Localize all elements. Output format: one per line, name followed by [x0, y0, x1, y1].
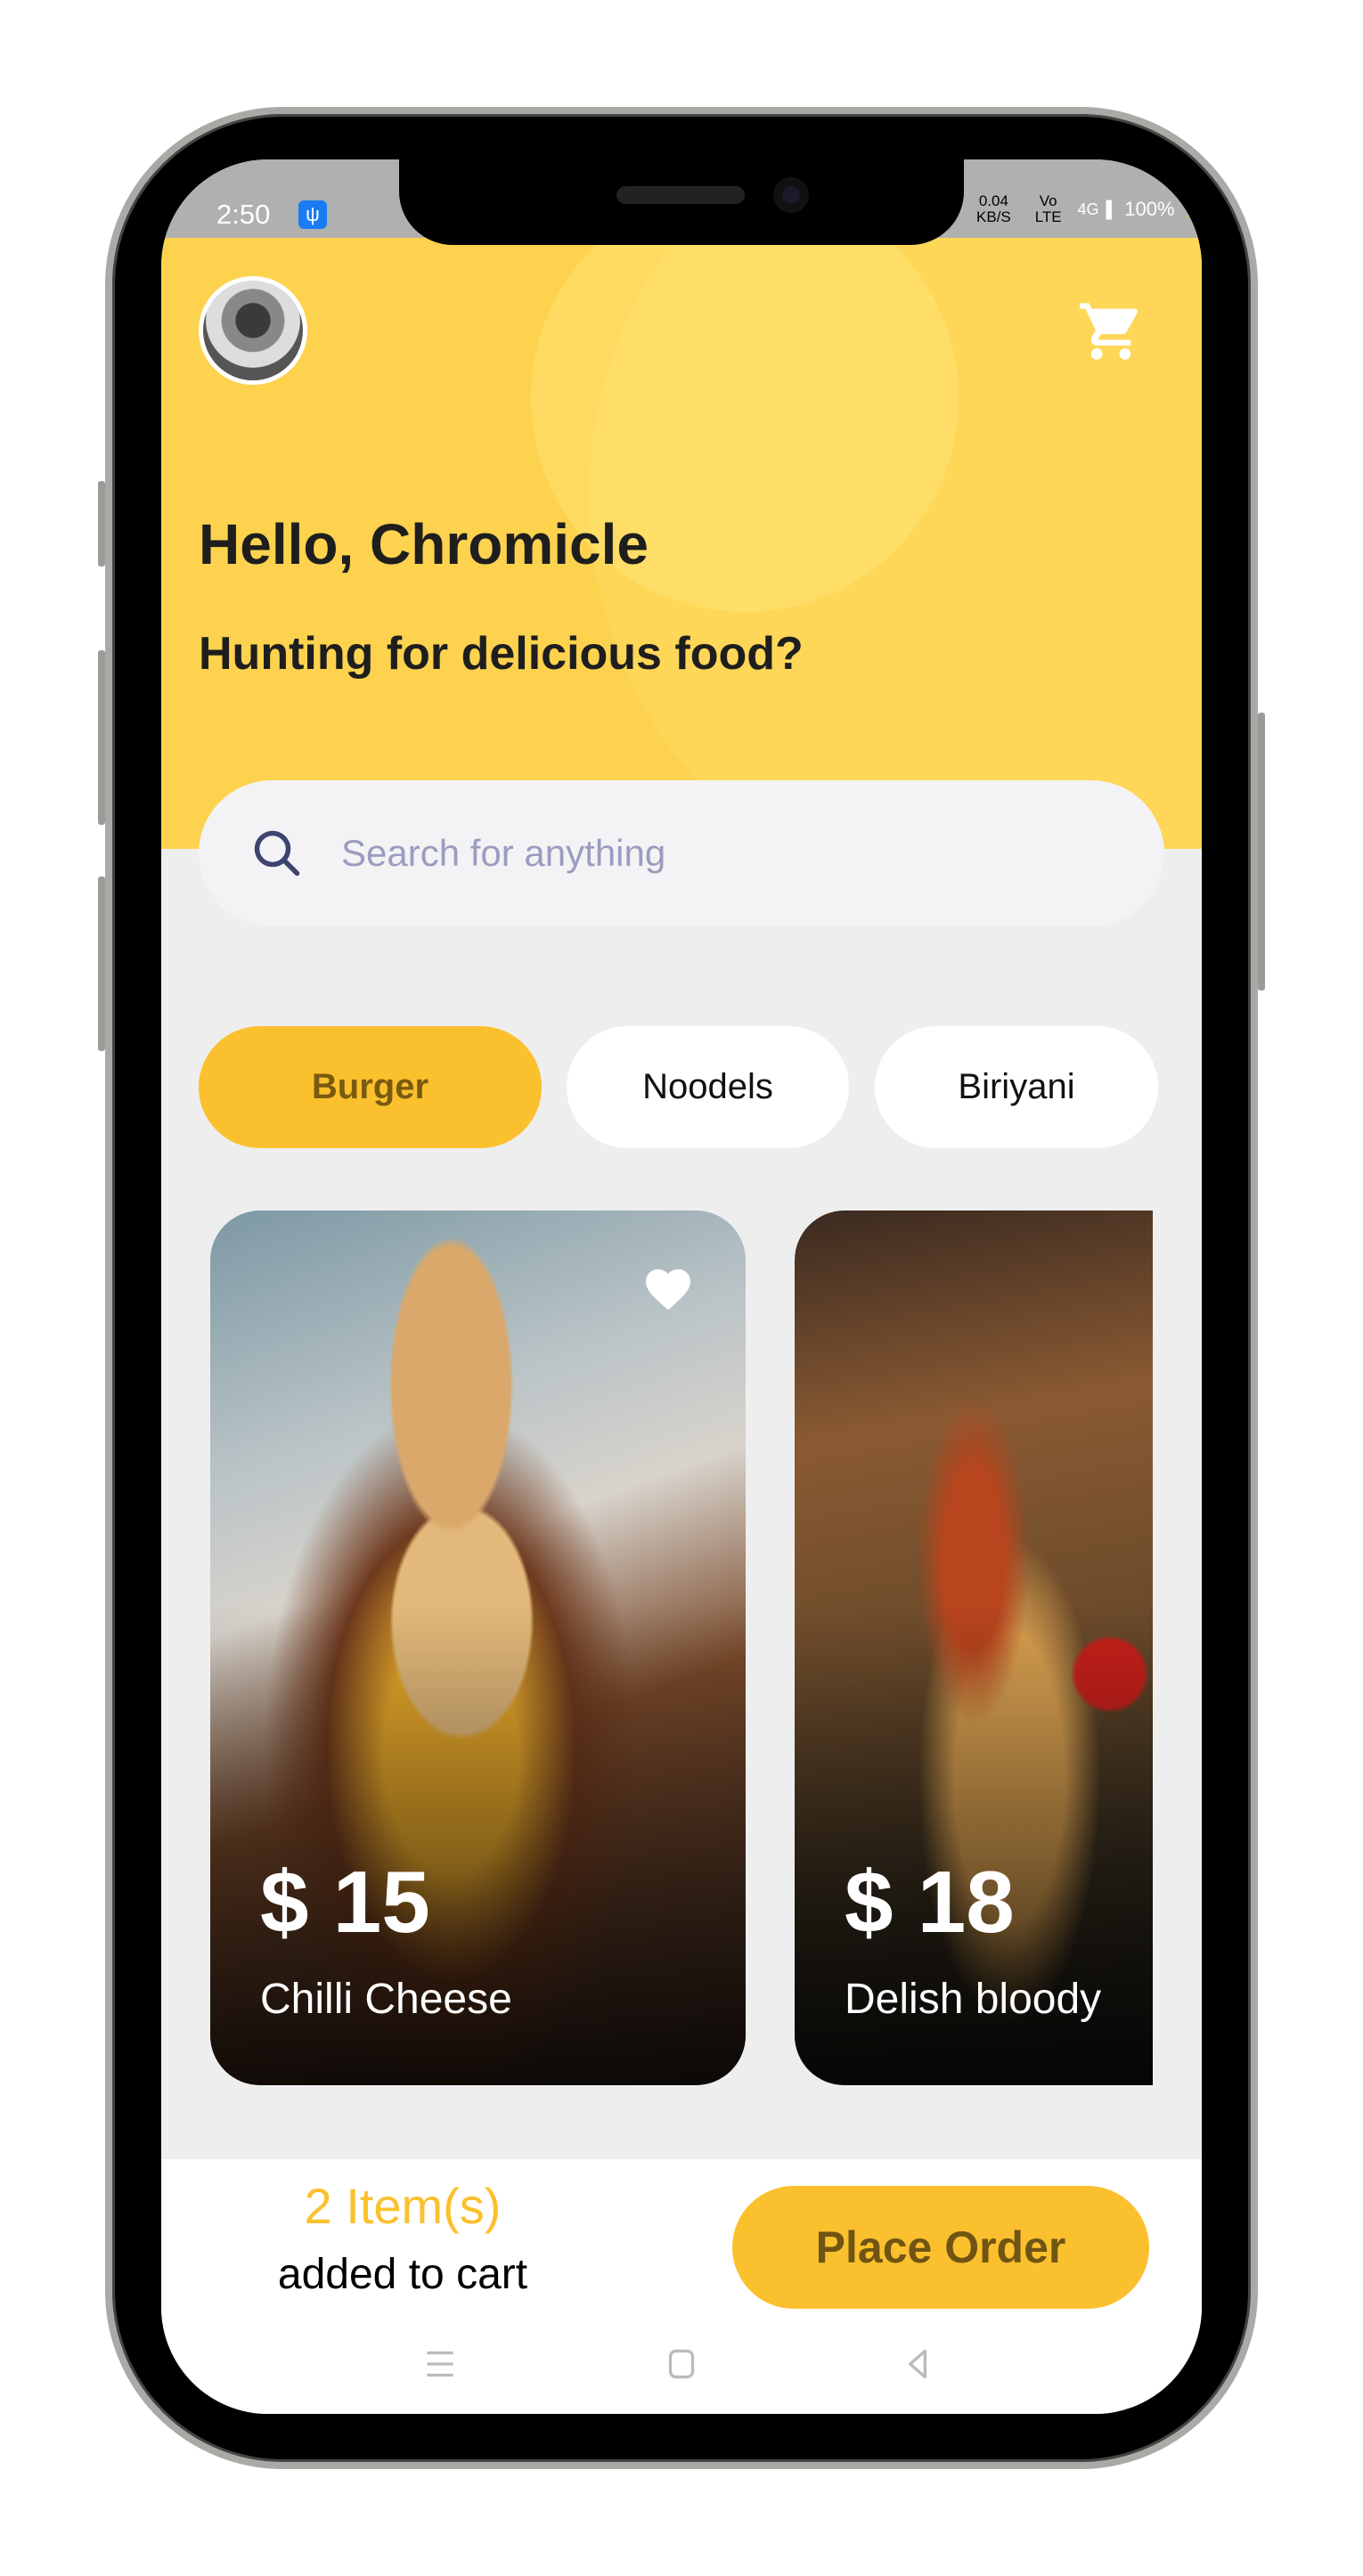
- food-price: $ 15: [260, 1853, 430, 1951]
- cart-icon[interactable]: [1077, 298, 1145, 365]
- signal-icon: ▌: [1106, 200, 1118, 218]
- menu-nav-icon[interactable]: [418, 2342, 462, 2386]
- front-camera: [773, 177, 809, 213]
- status-time: 2:50: [216, 199, 271, 230]
- search-input[interactable]: [341, 816, 1125, 891]
- speaker: [616, 186, 745, 204]
- avatar[interactable]: [199, 276, 307, 385]
- greeting: Hello, Chromicle: [199, 512, 649, 576]
- usb-icon: ψ: [298, 200, 327, 229]
- category-chip-biriyani[interactable]: Biriyani: [875, 1026, 1158, 1148]
- search-bar[interactable]: [199, 780, 1164, 926]
- food-card[interactable]: $ 15 Chilli Cheese: [210, 1211, 746, 2085]
- volte-indicator: Vo LTE: [1034, 192, 1062, 225]
- food-name: Delish bloody: [845, 1976, 1102, 2023]
- search-icon: [254, 830, 300, 876]
- food-card[interactable]: $ 18 Delish bloody: [795, 1211, 1153, 2085]
- back-nav-icon[interactable]: [895, 2342, 940, 2386]
- power-button: [1258, 713, 1265, 990]
- home-nav-icon[interactable]: [659, 2342, 704, 2386]
- place-order-button[interactable]: Place Order: [732, 2186, 1149, 2309]
- net-speed: 0.04 KB/S: [976, 192, 1011, 225]
- category-chip-noodels[interactable]: Noodels: [567, 1026, 849, 1148]
- charging-icon: ⚡: [1181, 200, 1202, 218]
- mute-switch: [98, 481, 105, 567]
- subtitle: Hunting for delicious food?: [199, 628, 804, 680]
- food-name: Chilli Cheese: [260, 1976, 512, 2023]
- category-chip-burger[interactable]: Burger: [199, 1026, 542, 1148]
- volume-up-button: [98, 650, 105, 825]
- cart-added-label: added to cart: [277, 2251, 528, 2298]
- volume-down-button: [98, 876, 105, 1051]
- food-price: $ 18: [845, 1853, 1015, 1951]
- app-screen: 2:50 ψ 0.04 KB/S Vo LTE 4G ▌ 100% ⚡ Hell…: [161, 159, 1202, 2414]
- cart-count: 2 Item(s): [304, 2178, 502, 2234]
- network-type: 4G: [1077, 200, 1099, 218]
- heart-icon[interactable]: [641, 1262, 695, 1312]
- notch: [399, 159, 964, 245]
- status-indicators: 0.04 KB/S Vo LTE 4G ▌ 100% ⚡: [968, 193, 1202, 225]
- battery-level: 100%: [1124, 198, 1175, 220]
